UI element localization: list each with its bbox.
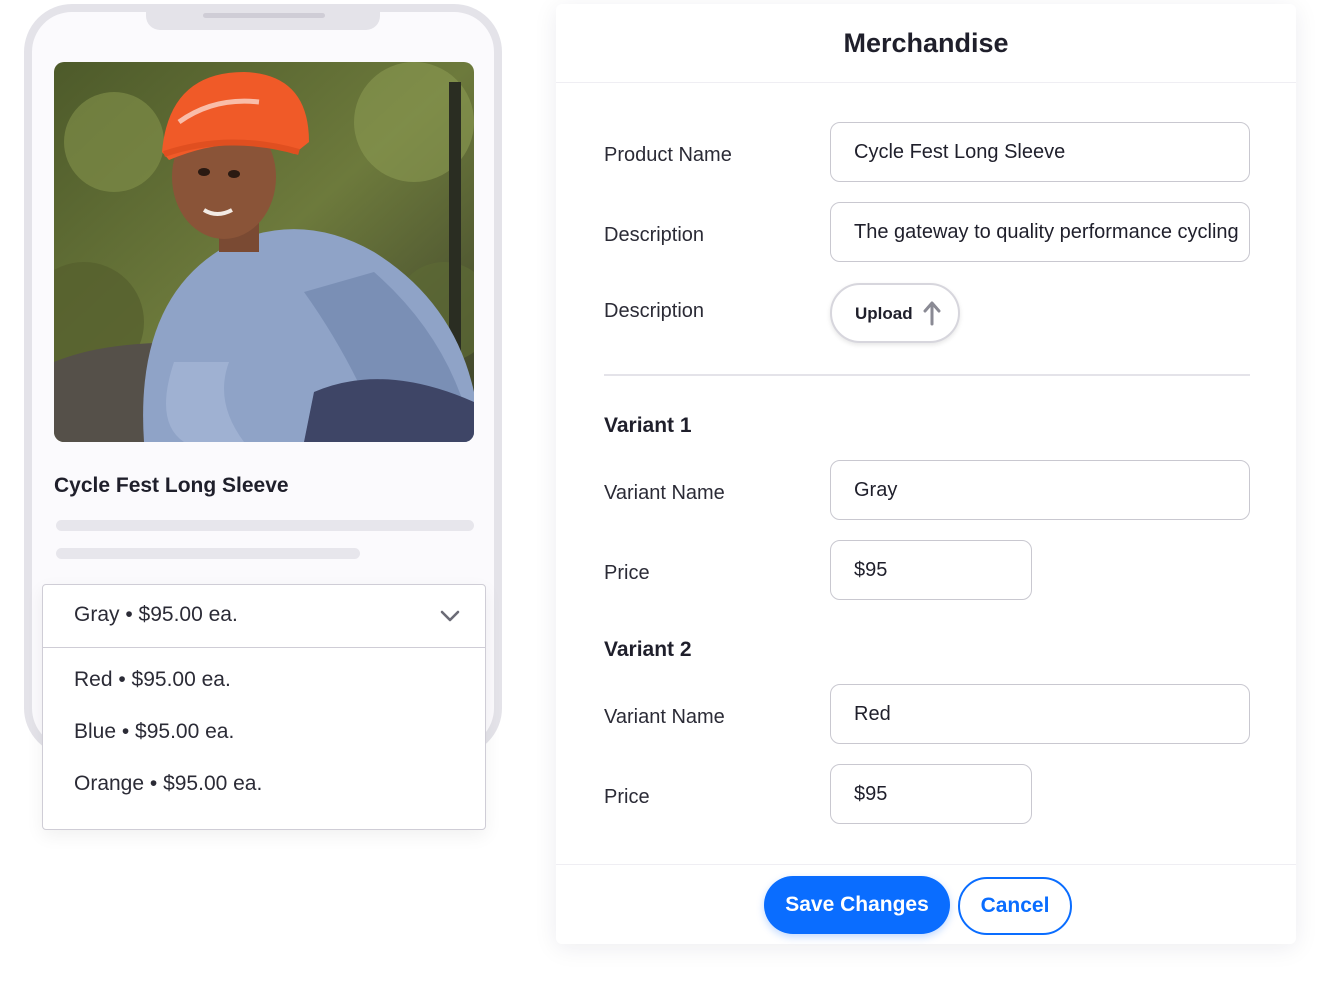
dropdown-selected-label: Gray • $95.00 ea. [74, 603, 238, 626]
dropdown-option-label: Red • $95.00 ea. [74, 668, 231, 691]
dropdown-option[interactable]: Blue • $95.00 ea. [43, 706, 485, 758]
phone-speaker [203, 13, 325, 18]
variant-2-heading: Variant 2 [604, 638, 692, 661]
image-label: Description [604, 300, 705, 322]
divider [604, 374, 1250, 376]
description-label: Description [604, 224, 705, 246]
variant-2-name-input[interactable]: Red [830, 684, 1250, 744]
upload-button-label: Upload [855, 304, 913, 323]
save-button[interactable]: Save Changes [764, 876, 950, 934]
variant-1-heading: Variant 1 [604, 414, 692, 437]
variant-1-name-value: Gray [854, 479, 898, 501]
description-input[interactable]: The gateway to quality performance cycli… [830, 202, 1250, 262]
dropdown-option-label: Orange • $95.00 ea. [74, 772, 263, 795]
dropdown-selected[interactable]: Gray • $95.00 ea. [43, 585, 485, 648]
variant-2-price-label: Price [604, 786, 650, 808]
merchandise-form: Merchandise Product Name Cycle Fest Long… [556, 4, 1296, 944]
dropdown-option-label: Blue • $95.00 ea. [74, 720, 235, 743]
variant-2-name-value: Red [854, 703, 891, 725]
variant-2-price-value: $95 [854, 783, 888, 805]
description-value: The gateway to quality performance cycli… [854, 221, 1239, 243]
placeholder-line [56, 548, 360, 559]
variant-1-price-input[interactable]: $95 [830, 540, 1032, 600]
form-header: Merchandise [556, 4, 1296, 83]
variant-1-price-label: Price [604, 562, 650, 584]
variant-1-name-label: Variant Name [604, 482, 725, 504]
product-photo [54, 62, 474, 442]
dropdown-option[interactable]: Red • $95.00 ea. [43, 654, 485, 706]
variant-dropdown[interactable]: Gray • $95.00 ea. Red • $95.00 ea. Blue … [42, 584, 486, 830]
dropdown-option[interactable]: Orange • $95.00 ea. [43, 758, 485, 810]
product-name-label: Product Name [604, 144, 732, 166]
cancel-button[interactable]: Cancel [958, 877, 1072, 935]
chevron-down-icon[interactable] [439, 605, 461, 627]
upload-button[interactable]: Upload [830, 283, 960, 343]
placeholder-line [56, 520, 474, 531]
variant-2-name-label: Variant Name [604, 706, 725, 728]
product-name-value: Cycle Fest Long Sleeve [854, 141, 1066, 163]
page-title: Merchandise [843, 28, 1009, 58]
product-title: Cycle Fest Long Sleeve [54, 474, 289, 497]
product-name-input[interactable]: Cycle Fest Long Sleeve [830, 122, 1250, 182]
variant-2-price-input[interactable]: $95 [830, 764, 1032, 824]
arrow-up-icon [923, 301, 941, 326]
variant-1-name-input[interactable]: Gray [830, 460, 1250, 520]
variant-1-price-value: $95 [854, 559, 888, 581]
